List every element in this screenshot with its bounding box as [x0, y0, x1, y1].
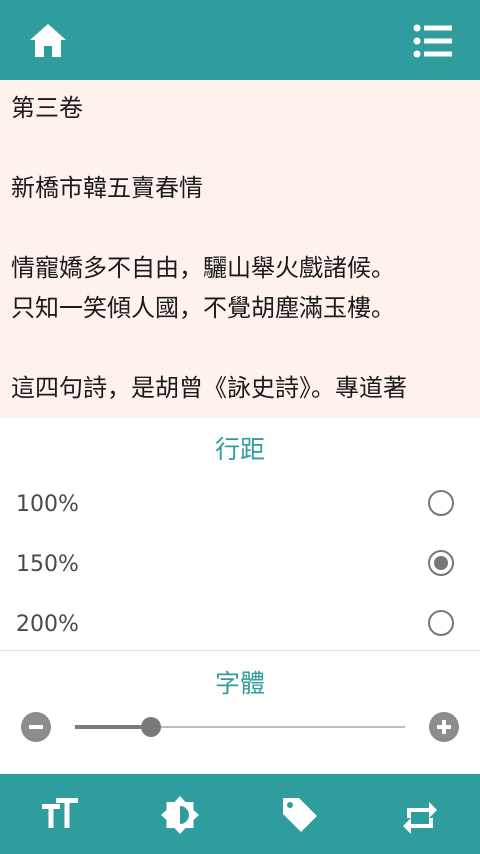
- line-spacing-option-200[interactable]: 200%: [0, 596, 480, 656]
- divider: [0, 650, 480, 651]
- slider-thumb[interactable]: [140, 717, 161, 737]
- option-label: 100%: [16, 492, 79, 517]
- font-title: 字體: [214, 669, 265, 698]
- option-label: 200%: [16, 612, 79, 637]
- font-increase-button[interactable]: [429, 712, 459, 742]
- reader-content[interactable]: 第三卷 新橋市韓五賣春情 情寵嬌多不自由，驪山舉火戲諸候。 只知一笑傾人國，不覺…: [0, 80, 480, 418]
- line-spacing-option-150[interactable]: 150%: [0, 536, 480, 596]
- radio-button[interactable]: [428, 550, 454, 576]
- chapter-text: 第三卷 新橋市韓五賣春情 情寵嬌多不自由，驪山舉火戲諸候。 只知一笑傾人國，不覺…: [11, 94, 407, 402]
- slider-fill: [75, 725, 151, 729]
- brightness-icon[interactable]: [159, 794, 201, 836]
- option-label: 150%: [16, 552, 79, 577]
- list-menu-icon[interactable]: [410, 20, 456, 62]
- radio-button[interactable]: [428, 610, 454, 636]
- settings-panel: 行距 100% 150% 200% 字體: [0, 418, 480, 774]
- bottom-bar: [0, 774, 480, 854]
- top-bar: [0, 0, 480, 80]
- line-spacing-title: 行距: [214, 435, 265, 464]
- font-decrease-button[interactable]: [21, 712, 51, 742]
- home-icon[interactable]: [26, 20, 70, 62]
- radio-button[interactable]: [428, 490, 454, 516]
- font-size-icon[interactable]: [39, 794, 81, 836]
- line-spacing-option-100[interactable]: 100%: [0, 476, 480, 536]
- tag-icon[interactable]: [279, 794, 321, 836]
- repeat-icon[interactable]: [399, 794, 441, 836]
- font-size-slider[interactable]: [75, 717, 405, 737]
